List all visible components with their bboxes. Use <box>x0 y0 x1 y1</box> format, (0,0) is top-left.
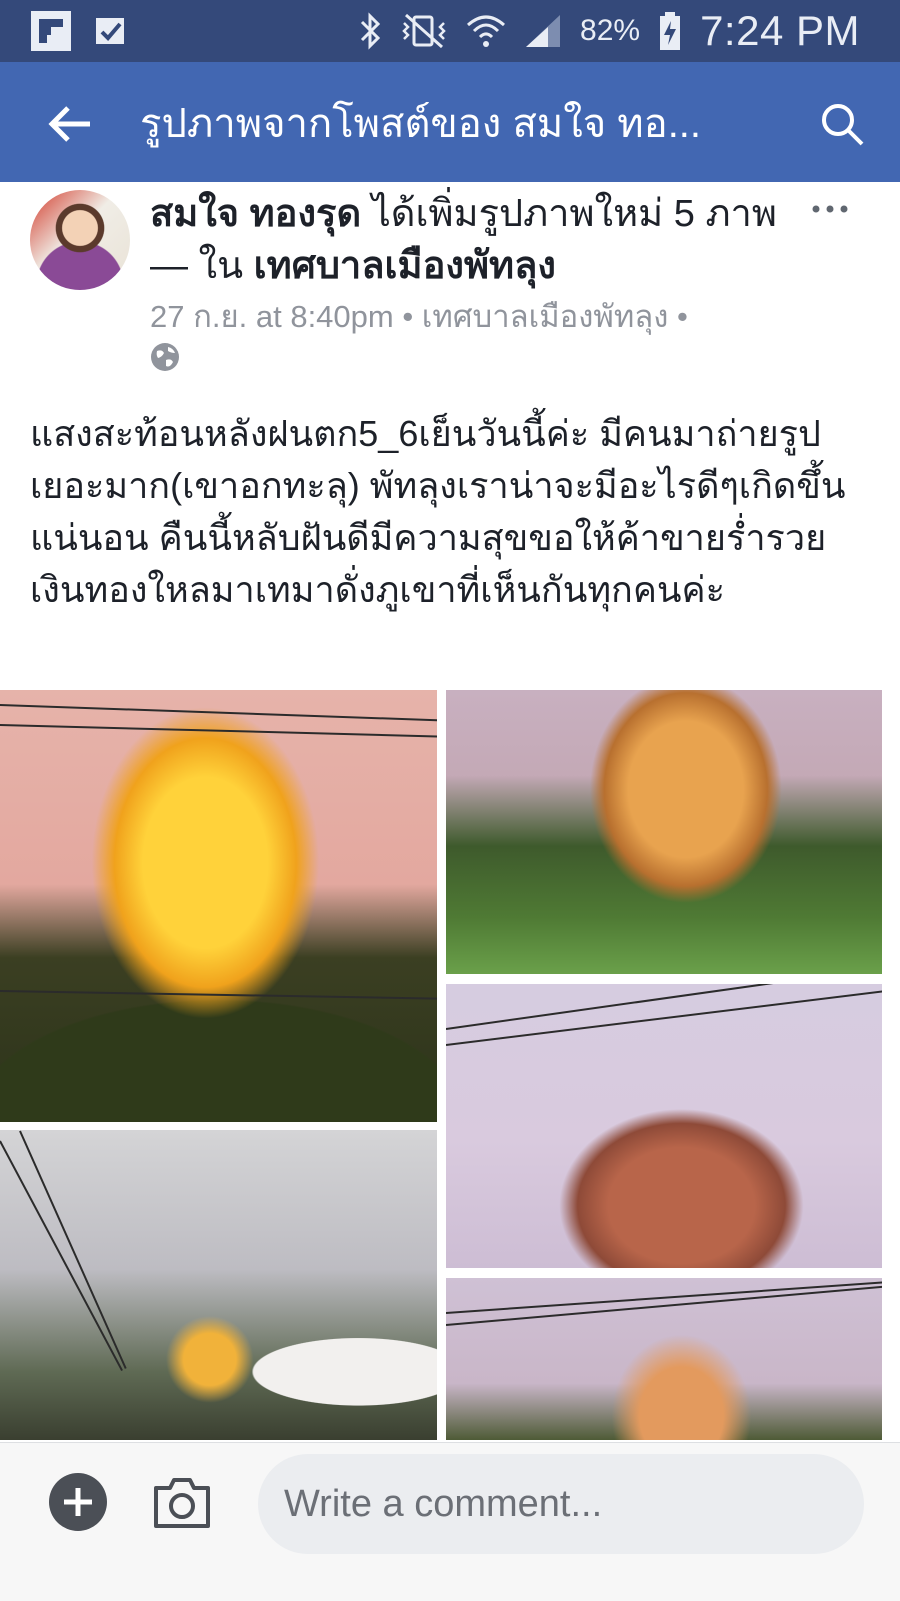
add-attachment-icon[interactable] <box>48 1472 108 1532</box>
camera-icon[interactable] <box>152 1474 212 1530</box>
power-line <box>446 984 882 1030</box>
power-line <box>0 1140 123 1372</box>
comment-input[interactable]: Write a comment... <box>258 1454 864 1554</box>
post-photo-4[interactable] <box>0 1130 437 1440</box>
post-body: แสงสะท้อนหลังฝนตก5_6เย็นวันนี้ค่ะ มีคนมา… <box>30 413 846 610</box>
post-meta: 27 ก.ย. at 8:40pm • เทศบาลเมืองพัทลุง • <box>150 299 688 334</box>
post-photo-5[interactable] <box>446 1278 882 1440</box>
power-line <box>0 724 437 738</box>
public-globe-icon <box>151 343 179 371</box>
flipboard-icon <box>31 11 71 51</box>
power-line <box>19 1130 127 1369</box>
power-line <box>446 1285 882 1326</box>
post-photo-1[interactable] <box>0 690 437 1122</box>
vibrate-icon <box>402 13 446 49</box>
author-avatar[interactable] <box>30 190 130 290</box>
signal-icon <box>526 15 561 47</box>
status-bar: 82% 7:24 PM <box>0 0 900 62</box>
post-photo-3[interactable] <box>446 984 882 1268</box>
power-line <box>0 704 437 722</box>
tasks-icon <box>96 18 124 44</box>
back-arrow-icon[interactable] <box>44 98 96 150</box>
wifi-icon <box>467 15 506 47</box>
app-bar: รูปภาพจากโพสต์ของ สมใจ ทอ... <box>0 62 900 182</box>
page-title: รูปภาพจากโพสต์ของ สมใจ ทอ... <box>140 102 702 146</box>
author-name[interactable]: สมใจ ทองรุด <box>150 193 361 235</box>
bluetooth-icon <box>360 12 381 50</box>
place-link[interactable]: เทศบาลเมืองพัทลุง <box>254 245 556 287</box>
battery-percent: 82% <box>580 14 641 47</box>
post-header: สมใจ ทองรุด ได้เพิ่มรูปภาพใหม่ 5 ภาพ — ใ… <box>150 188 790 292</box>
power-line <box>0 990 437 1000</box>
power-line <box>446 1281 882 1314</box>
more-options-icon[interactable] <box>808 194 852 224</box>
battery-icon <box>660 12 681 50</box>
search-icon[interactable] <box>818 100 866 148</box>
clock: 7:24 PM <box>700 7 860 54</box>
post-photo-2[interactable] <box>446 690 882 974</box>
